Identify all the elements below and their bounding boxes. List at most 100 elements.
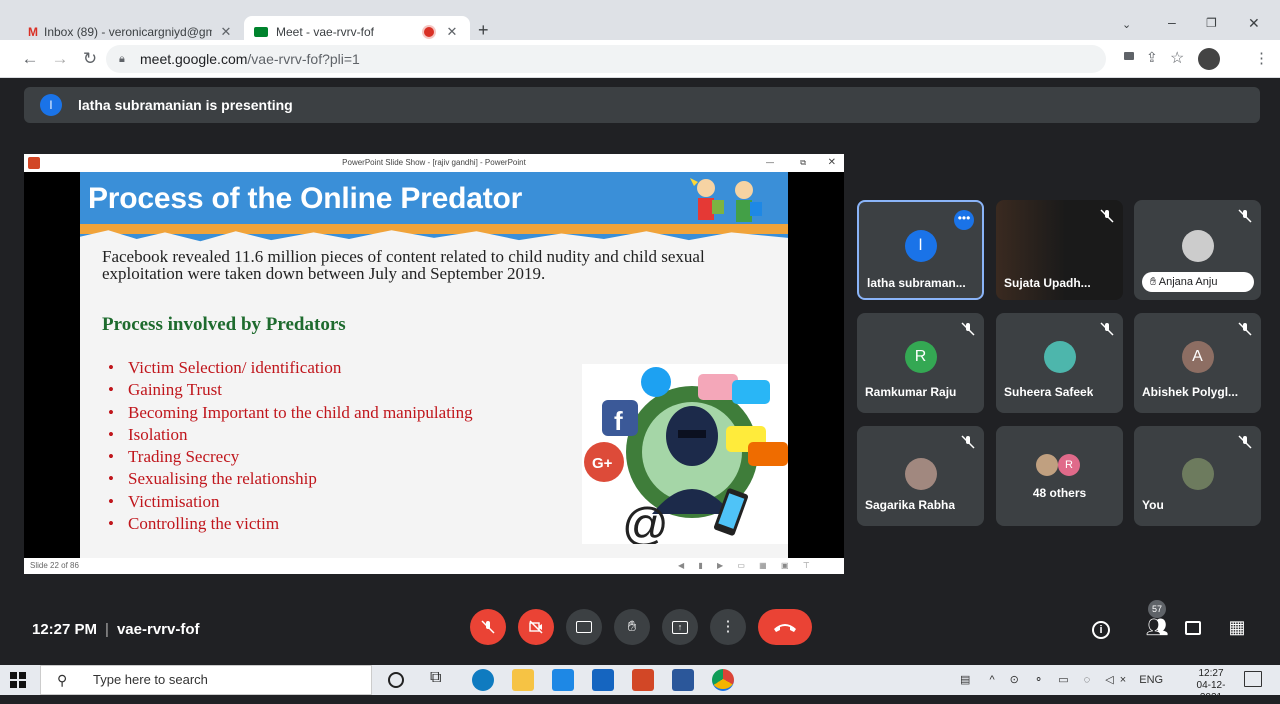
phone-hangup-icon xyxy=(774,624,796,632)
tab-search-icon[interactable]: ⌄ xyxy=(1122,18,1131,31)
participant-tile[interactable]: R Ramkumar Raju xyxy=(857,313,984,413)
word-icon[interactable] xyxy=(672,669,694,691)
back-icon[interactable]: ← xyxy=(20,49,40,69)
bullet-item: Victimisation xyxy=(108,491,473,513)
participant-name: You xyxy=(1142,498,1164,512)
system-tray: ▤ ^ ⊙ ⚬ ▭ ◌ ◁× ENG xyxy=(960,665,1163,695)
meeting-details-button[interactable]: i xyxy=(1088,614,1114,640)
people-button[interactable]: 👥︎ 57 xyxy=(1144,600,1170,640)
participant-avatar xyxy=(1181,458,1214,490)
leave-call-button[interactable] xyxy=(758,609,812,645)
cortana-icon[interactable] xyxy=(388,672,404,688)
participant-name: Suheera Safeek xyxy=(1004,385,1094,399)
taskbar-clock[interactable]: 12:27 04-12-2021 xyxy=(1186,668,1236,704)
lock-icon: 🔒︎ xyxy=(119,53,125,65)
notification-icon[interactable] xyxy=(1244,671,1262,687)
hand-icon: ✋︎ xyxy=(627,618,637,635)
gmail-icon: M xyxy=(28,25,38,39)
participant-avatar: R xyxy=(904,341,937,373)
new-tab-button[interactable]: + xyxy=(478,20,489,41)
participant-tile[interactable]: Suheera Safeek xyxy=(996,313,1123,413)
chat-button[interactable] xyxy=(1180,614,1206,640)
camera-toggle-button[interactable] xyxy=(518,609,554,645)
hand-raised-badge: ✋︎ Anjana Anju xyxy=(1142,272,1254,292)
profile-avatar[interactable] xyxy=(1198,48,1220,70)
taskbar: ⚲ Type here to search ⧉ ▤ ^ ⊙ ⚬ ▭ ◌ ◁× E… xyxy=(0,665,1280,703)
others-tile[interactable]: R 48 others xyxy=(996,426,1123,526)
participant-tile[interactable]: ✋︎ Anjana Anju xyxy=(1134,200,1261,300)
share-icon[interactable]: ⇪ xyxy=(1146,49,1158,66)
close-icon[interactable]: ✕ xyxy=(218,24,234,40)
tray-icons[interactable]: ^ ⊙ ⚬ ▭ ◌ ◁× xyxy=(989,674,1132,686)
file-explorer-icon[interactable] xyxy=(512,669,534,691)
toolbar: ← → ↻ 🔒︎ meet.google.com/vae-rvrv-fof?pl… xyxy=(0,40,1280,78)
powerpoint-icon[interactable] xyxy=(632,669,654,691)
presentation-view: PowerPoint Slide Show - [rajiv gandhi] -… xyxy=(24,154,844,574)
ppt-titlebar: PowerPoint Slide Show - [rajiv gandhi] -… xyxy=(24,154,844,172)
others-avatar xyxy=(1036,454,1058,476)
mic-off-icon xyxy=(1238,322,1252,336)
store-icon[interactable] xyxy=(552,669,574,691)
captions-button[interactable] xyxy=(566,609,602,645)
activities-button[interactable]: ▦ xyxy=(1224,614,1250,640)
bullet-item: Controlling the victim xyxy=(108,513,473,535)
chrome-icon[interactable] xyxy=(712,669,734,691)
close-window-button[interactable]: ✕ xyxy=(1248,15,1260,32)
close-icon[interactable]: ✕ xyxy=(444,24,460,40)
task-view-icon[interactable]: ⧉ xyxy=(430,669,441,687)
people-count-badge: 57 xyxy=(1148,600,1166,618)
mic-off-icon xyxy=(481,620,495,634)
participant-tile[interactable]: You xyxy=(1134,426,1261,526)
tab-strip: M Inbox (89) - veronicargniyd@gm ✕ Meet … xyxy=(0,0,1280,48)
raise-hand-button[interactable]: ✋︎ xyxy=(614,609,650,645)
slide: Process of the Online Predator Facebook … xyxy=(80,172,788,558)
captions-icon xyxy=(576,621,592,634)
slide-body: Facebook revealed 11.6 million pieces of… xyxy=(102,247,705,283)
participant-tile[interactable]: Sujata Upadh... xyxy=(996,200,1123,300)
mail-icon[interactable] xyxy=(592,669,614,691)
start-button[interactable] xyxy=(10,672,26,688)
presenting-text: latha subramanian is presenting xyxy=(78,97,293,113)
participant-tile[interactable]: l ••• latha subraman... xyxy=(857,200,984,300)
keyboard-icon[interactable]: ▤ xyxy=(960,674,970,686)
slide-subheading: Process involved by Predators xyxy=(102,314,346,335)
url-host: meet.google.com xyxy=(140,51,248,67)
mic-toggle-button[interactable] xyxy=(470,609,506,645)
forward-icon[interactable]: → xyxy=(50,49,70,69)
meet-icon xyxy=(254,27,268,37)
svg-text:f: f xyxy=(614,406,623,436)
minimize-button[interactable]: – xyxy=(1168,14,1176,30)
mic-off-icon xyxy=(1100,209,1114,223)
present-button[interactable]: ↑ xyxy=(662,609,698,645)
reload-icon[interactable]: ↻ xyxy=(80,49,100,69)
ppt-minimize-icon: — xyxy=(766,158,774,167)
taskbar-search[interactable]: ⚲ Type here to search xyxy=(40,665,372,695)
svg-text:@: @ xyxy=(622,498,669,544)
present-screen-icon: ↑ xyxy=(672,620,688,634)
participant-tile[interactable]: Sagarika Rabha xyxy=(857,426,984,526)
edge-icon[interactable] xyxy=(472,669,494,691)
people-icon: 👥︎ xyxy=(1145,617,1169,637)
participant-avatar: l xyxy=(904,230,937,262)
address-bar[interactable]: 🔒︎ meet.google.com/vae-rvrv-fof?pli=1 xyxy=(106,45,1106,73)
ppt-restore-icon: ⧉ xyxy=(800,158,806,167)
participant-avatar xyxy=(1043,341,1076,373)
meeting-code: vae-rvrv-fof xyxy=(116,621,200,638)
bullet-item: Victim Selection/ identification xyxy=(108,357,473,379)
bookmark-star-icon[interactable]: ☆ xyxy=(1170,48,1184,68)
ppt-status-bar: Slide 22 of 86 ◀ ▮ ▶ ▭ ▦ ▣ ⊤ xyxy=(24,558,844,574)
more-options-icon[interactable]: ••• xyxy=(954,210,974,230)
language-indicator[interactable]: ENG xyxy=(1139,674,1163,686)
participant-avatar: A xyxy=(1181,341,1214,373)
activities-icon: ▦ xyxy=(1228,617,1246,637)
ppt-window-title: PowerPoint Slide Show - [rajiv gandhi] -… xyxy=(342,158,526,167)
more-options-button[interactable]: ⋮ xyxy=(710,609,746,645)
participant-tile[interactable]: A Abishek Polygl... xyxy=(1134,313,1261,413)
menu-icon[interactable]: ⋮ xyxy=(1254,49,1269,67)
others-avatar: R xyxy=(1058,454,1080,476)
participant-avatar xyxy=(904,458,937,490)
meet-controls-bar: 12:27 PM | vae-rvrv-fof ✋︎ ↑ ⋮ i 👥︎ 57 ▦ xyxy=(0,576,1280,653)
camera-icon[interactable] xyxy=(1124,52,1134,60)
restore-button[interactable]: ❐ xyxy=(1206,16,1217,30)
mic-off-icon xyxy=(1238,209,1252,223)
